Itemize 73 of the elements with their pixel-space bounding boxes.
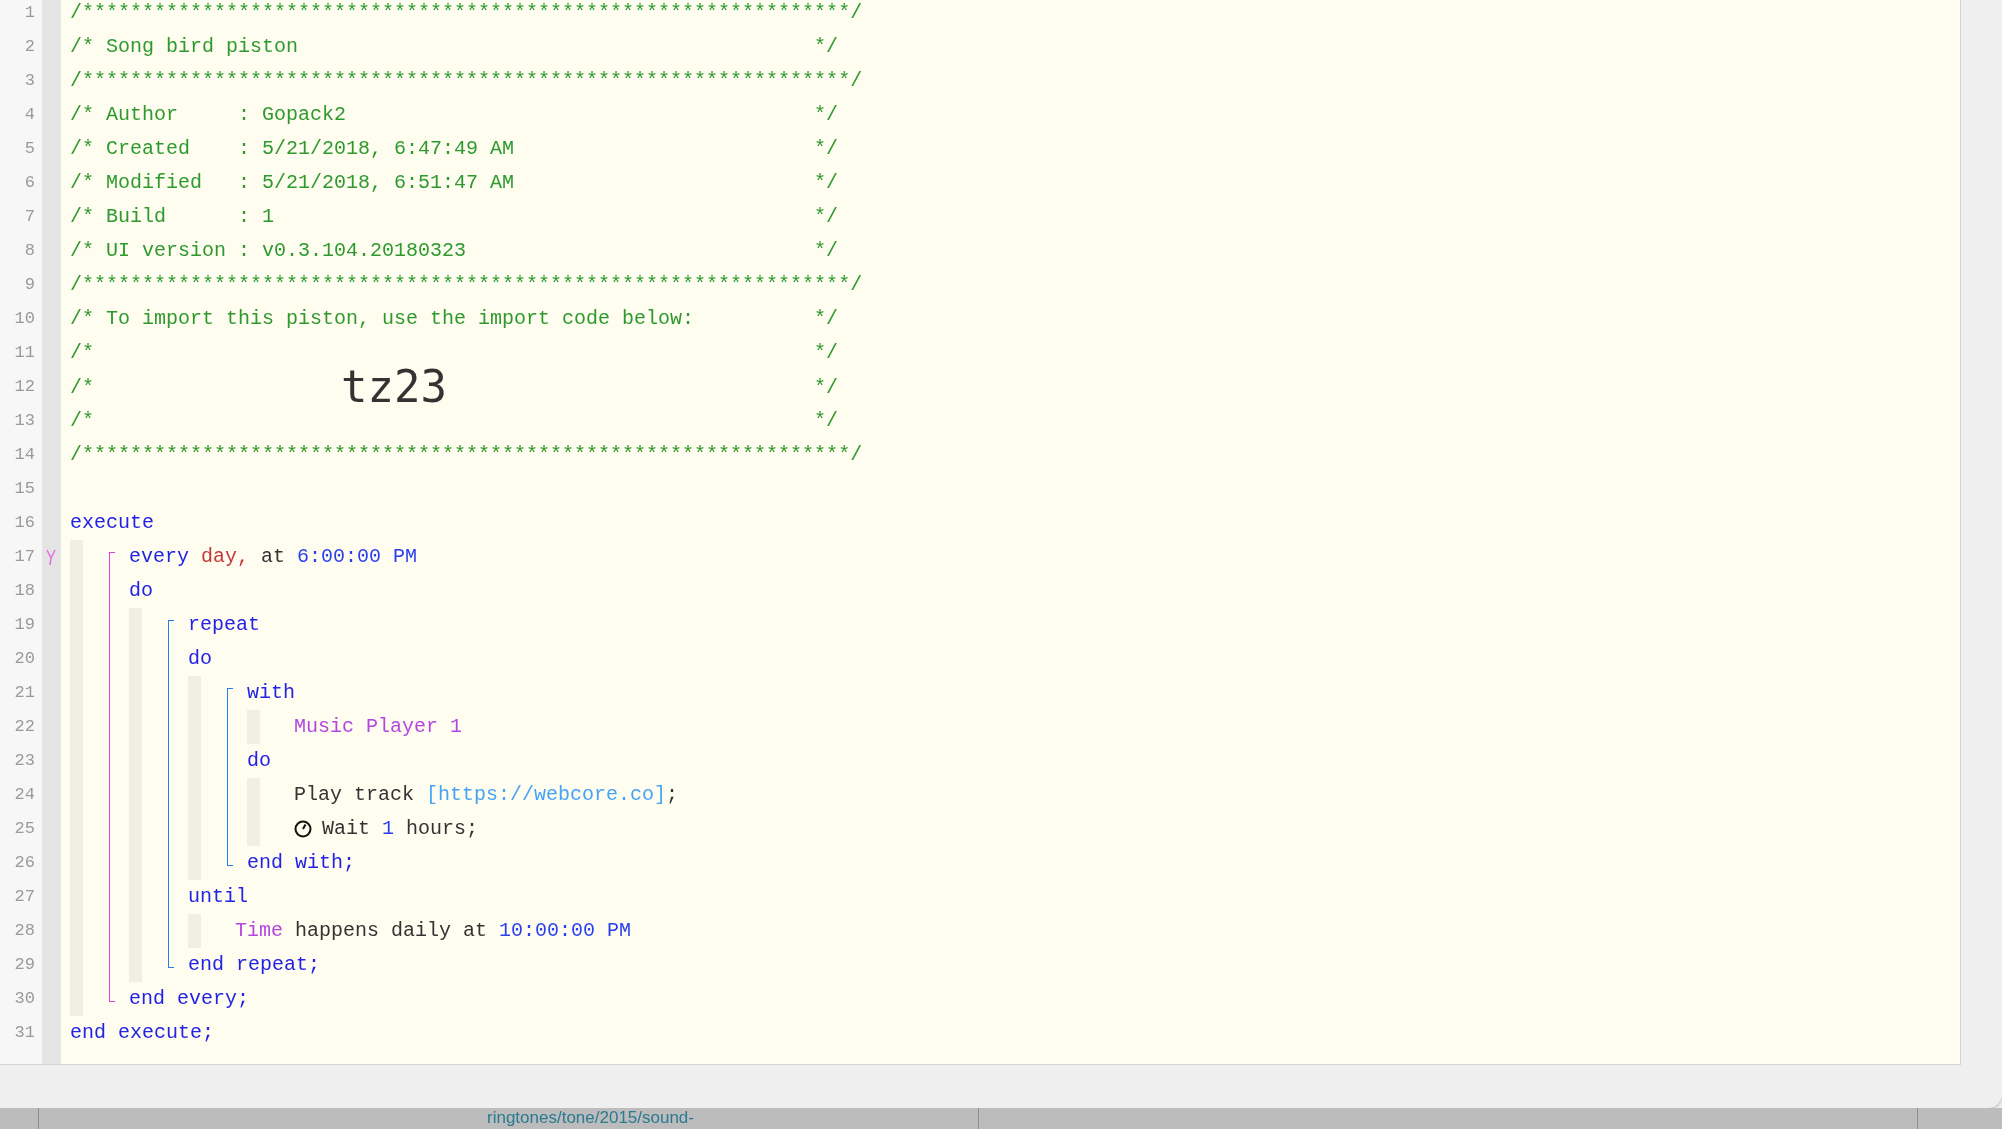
line-number: 17 (13, 546, 36, 568)
import-code: tz23 (341, 370, 447, 404)
comment-border: /****************************************************************/ (70, 272, 863, 298)
line-number: 12 (13, 376, 36, 398)
comment-border: /****************************************************************/ (70, 0, 863, 26)
code-line: end with; (247, 850, 357, 876)
line-number: 14 (13, 444, 36, 466)
comment-end: */ (814, 34, 839, 60)
line-number: 22 (13, 716, 36, 738)
comment-end: */ (814, 102, 839, 128)
line-number: 4 (23, 104, 36, 126)
code-line: end repeat; (188, 952, 322, 978)
line-number: 6 (23, 172, 36, 194)
line-number: 13 (13, 410, 36, 432)
code-line: execute (70, 510, 155, 536)
comment-end: */ (814, 204, 839, 230)
comment-end: */ (814, 136, 839, 162)
line-number: 25 (13, 818, 36, 840)
code-line: Wait 1 hours; (322, 816, 479, 842)
comment-border: /****************************************************************/ (70, 68, 863, 94)
code-line: end execute; (70, 1020, 216, 1046)
code-line: Play track [https://webcore.co]; (294, 782, 680, 808)
comment-text: /* Build : 1 (70, 204, 275, 230)
code-line: do (188, 646, 213, 672)
comment-text: /* UI version : v0.3.104.20180323 (70, 238, 467, 264)
line-number: 24 (13, 784, 36, 806)
line-number: 7 (23, 206, 36, 228)
line-number: 21 (13, 682, 36, 704)
line-number: 20 (13, 648, 36, 670)
line-number: 10 (13, 308, 36, 330)
comment-text: /* (70, 408, 94, 434)
line-number: 28 (13, 920, 36, 942)
line-number: 18 (13, 580, 36, 602)
comment-text: /* Modified : 5/21/2018, 6:51:47 AM (70, 170, 515, 196)
code-line: until (188, 884, 249, 910)
line-number: 16 (13, 512, 36, 534)
comment-text: /* Created : 5/21/2018, 6:47:49 AM (70, 136, 515, 162)
comment-end: */ (814, 375, 839, 399)
line-number: 8 (23, 240, 36, 262)
line-number: 1 (23, 2, 36, 24)
code-line: repeat (188, 612, 261, 638)
comment-end: */ (814, 408, 839, 434)
comment-text: /* Song bird piston (70, 34, 299, 60)
code-line: Music Player 1 (294, 714, 464, 740)
comment-text: /* To import this piston, use the import code below: (70, 306, 695, 332)
line-number: 29 (13, 954, 36, 976)
line-number: 15 (13, 478, 36, 500)
code-line: end every; (129, 986, 251, 1012)
code-line: Time happens daily at 10:00:00 PM (235, 918, 633, 944)
code-line: do (129, 578, 154, 604)
comment-end: */ (814, 306, 839, 332)
comment-end: */ (814, 340, 839, 366)
line-number: 3 (23, 70, 36, 92)
comment-text: /* (70, 340, 94, 366)
line-number: 23 (13, 750, 36, 772)
line-number: 26 (13, 852, 36, 874)
line-number: 30 (13, 988, 36, 1010)
clock-icon (294, 820, 312, 838)
comment-text: /* Author : Gopack2 (70, 102, 347, 128)
line-number: 19 (13, 614, 36, 636)
comment-text: /* (70, 375, 94, 399)
line-number: 27 (13, 886, 36, 908)
code-line: every day, at 6:00:00 PM (129, 544, 419, 570)
line-number: 31 (13, 1022, 36, 1044)
line-number: 11 (13, 342, 36, 364)
code-line: do (247, 748, 272, 774)
line-number: 2 (23, 36, 36, 58)
line-number: 9 (23, 274, 36, 296)
line-number: 5 (23, 138, 36, 160)
comment-border: /****************************************************************/ (70, 442, 863, 468)
code-line: with (247, 680, 296, 706)
comment-end: */ (814, 170, 839, 196)
comment-end: */ (814, 238, 839, 264)
